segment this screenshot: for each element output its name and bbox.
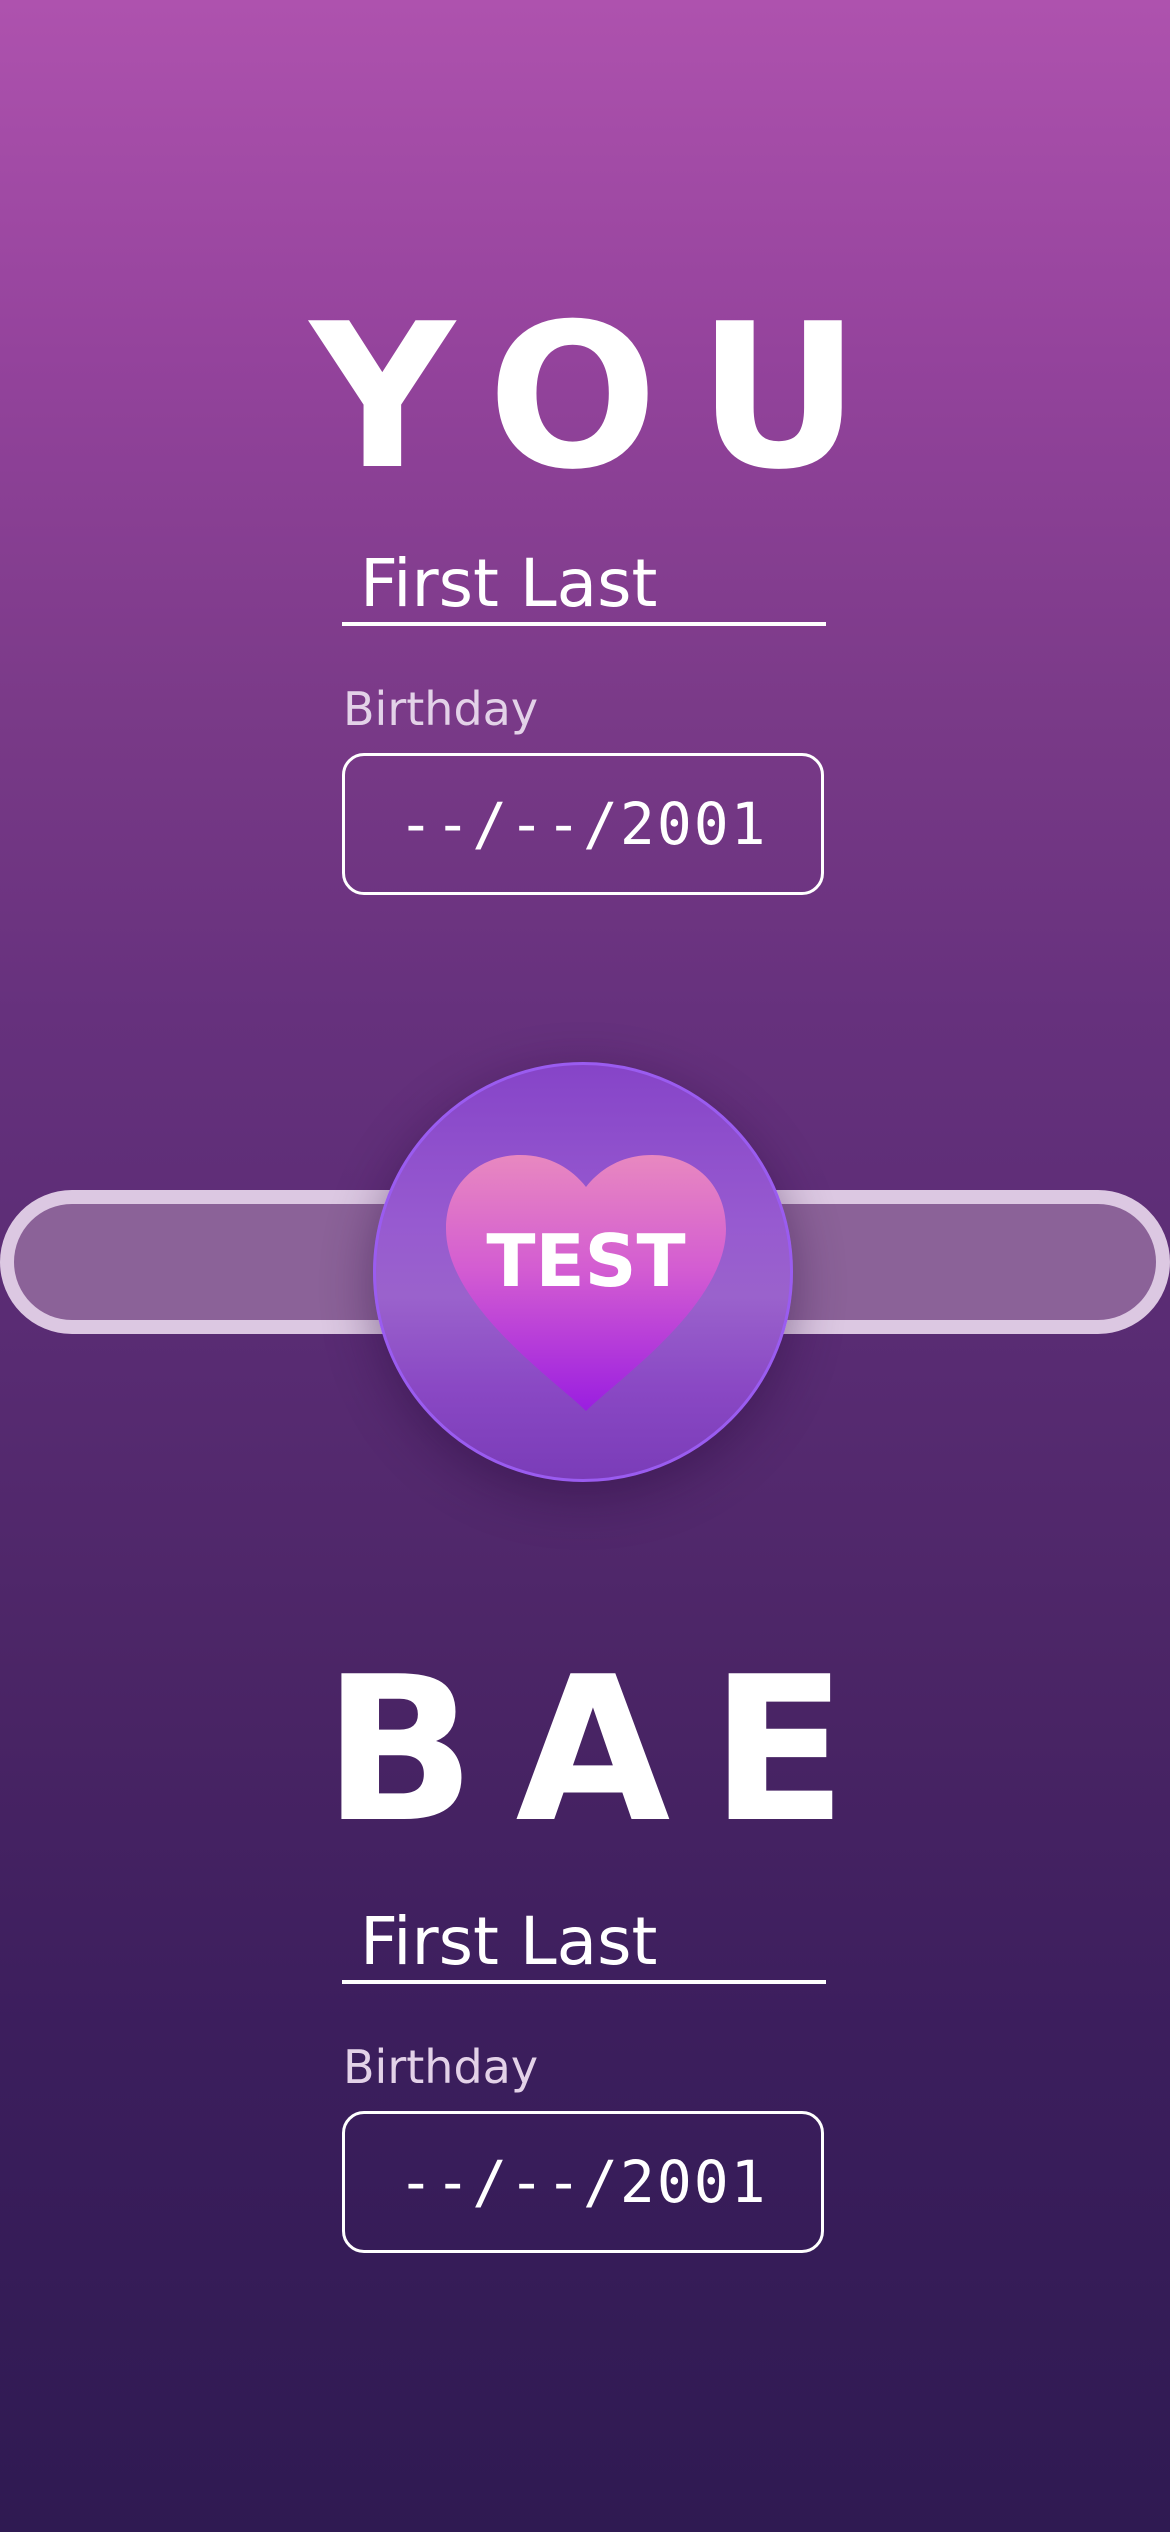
you-name-input[interactable]: First Last <box>342 542 826 626</box>
slider-track-right <box>770 1190 1170 1334</box>
bae-title: BAE <box>323 1634 887 1867</box>
slider-track-left <box>0 1190 400 1334</box>
you-birthday-input[interactable]: --/--/2001 <box>342 753 824 895</box>
heart-icon: TEST <box>446 1155 726 1411</box>
test-button[interactable]: TEST <box>373 1062 793 1482</box>
you-title: YOU <box>309 281 901 514</box>
test-button-label: TEST <box>486 1219 686 1303</box>
bae-name-input[interactable]: First Last <box>342 1900 826 1984</box>
bae-birthday-label: Birthday <box>343 2040 539 2094</box>
bae-section: BAE First Last Birthday --/--/2001 <box>0 1600 1170 2300</box>
you-birthday-label: Birthday <box>343 682 539 736</box>
bae-birthday-input[interactable]: --/--/2001 <box>342 2111 824 2253</box>
you-section: YOU First Last Birthday --/--/2001 <box>0 0 1170 920</box>
